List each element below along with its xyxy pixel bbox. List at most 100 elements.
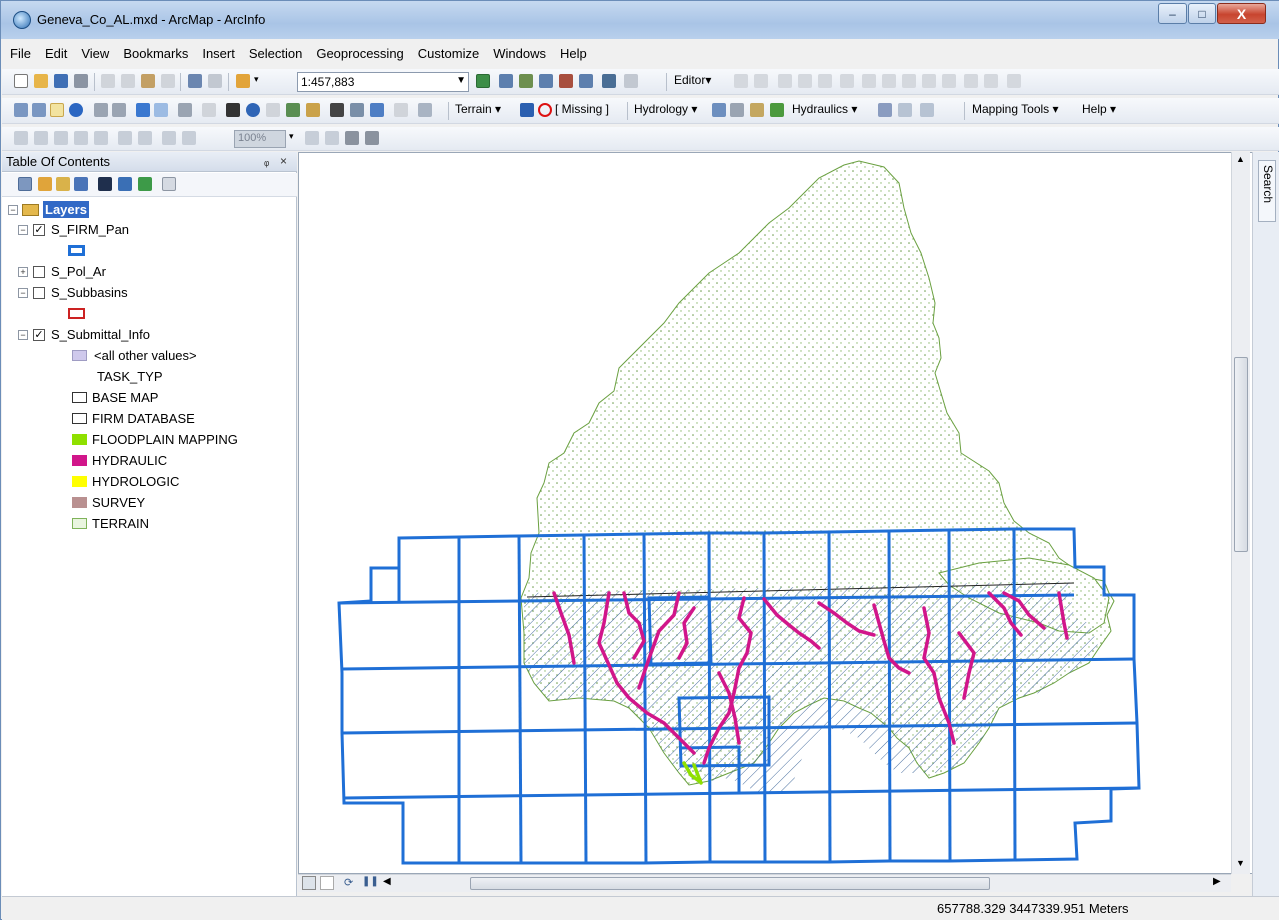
layer-visibility-checkbox[interactable] (33, 287, 45, 299)
layer-name[interactable]: S_FIRM_Pan (51, 222, 129, 237)
arctoolbox-icon[interactable] (559, 74, 573, 88)
map-horizontal-scrollbar[interactable]: ⟳ ❚❚ ◀ ▶ (298, 874, 1231, 892)
focus-data-frame-icon[interactable] (325, 131, 339, 145)
go-forward-extent-icon[interactable] (182, 131, 196, 145)
hyperlink-icon[interactable] (266, 103, 280, 117)
menu-windows[interactable]: Windows (485, 43, 552, 65)
identify-icon[interactable] (246, 103, 260, 117)
go-forward-icon[interactable] (154, 103, 168, 117)
legend-item[interactable]: TERRAIN (72, 515, 282, 535)
edit-vertices-icon[interactable] (862, 74, 876, 88)
watershed-icon[interactable] (750, 103, 764, 117)
layer-name[interactable]: S_Pol_Ar (51, 264, 106, 279)
editor-toolbar-toggle-icon[interactable] (476, 74, 490, 88)
legend-item[interactable]: SURVEY (72, 494, 282, 514)
menu-selection[interactable]: Selection (241, 43, 308, 65)
split-icon[interactable] (922, 74, 936, 88)
paste-icon[interactable] (141, 74, 155, 88)
create-features-icon[interactable] (1007, 74, 1021, 88)
minimize-button[interactable]: – (1158, 3, 1187, 24)
go-to-xy-icon[interactable] (370, 103, 384, 117)
horizontal-scroll-thumb[interactable] (470, 877, 990, 890)
fixed-zoom-out-layout-icon[interactable] (138, 131, 152, 145)
fm-icon[interactable] (98, 177, 112, 191)
toc-layer-row[interactable]: − ✓ S_FIRM_Pan (18, 221, 278, 241)
point-icon[interactable] (840, 74, 854, 88)
menu-file[interactable]: File (2, 43, 37, 65)
legend-item[interactable]: FIRM DATABASE (72, 410, 282, 430)
map-vertical-scrollbar[interactable]: ▲ ▼ (1231, 152, 1250, 874)
table-of-contents-icon[interactable] (499, 74, 513, 88)
delete-icon[interactable] (161, 74, 175, 88)
options-icon[interactable] (162, 177, 176, 191)
list-by-source-icon[interactable] (38, 177, 52, 191)
menu-edit[interactable]: Edit (37, 43, 73, 65)
list-by-drawing-order-icon[interactable] (18, 177, 32, 191)
print-icon[interactable] (74, 74, 88, 88)
legend-item[interactable]: <all other values> (72, 347, 282, 367)
menu-bookmarks[interactable]: Bookmarks (115, 43, 194, 65)
measure-icon[interactable] (306, 103, 320, 117)
fixed-zoom-in-icon[interactable] (94, 103, 108, 117)
menu-insert[interactable]: Insert (194, 43, 241, 65)
layout-pan-icon[interactable] (54, 131, 68, 145)
floodplain-icon[interactable] (920, 103, 934, 117)
mapping-tools-menu[interactable]: Mapping Tools ▾ (972, 102, 1059, 120)
help-menu[interactable]: Help ▾ (1082, 102, 1116, 120)
layout-zoom-out-icon[interactable] (34, 131, 48, 145)
toc-layer-row[interactable]: − S_Subbasins (18, 284, 278, 304)
toc-layer-row[interactable]: − ✓ S_Submittal_Info (18, 326, 278, 346)
straight-segment-icon[interactable] (778, 74, 792, 88)
whats-this-icon[interactable] (624, 74, 638, 88)
search-side-tab[interactable]: Search (1252, 152, 1279, 896)
layout-zoom-in-icon[interactable] (14, 131, 28, 145)
zoom-whole-page-icon[interactable] (74, 131, 88, 145)
legend-item[interactable]: HYDROLOGIC (72, 473, 282, 493)
select-features-icon[interactable] (178, 103, 192, 117)
map-display[interactable] (298, 152, 1254, 874)
maximize-button[interactable]: □ (1188, 3, 1216, 24)
profile-icon[interactable] (898, 103, 912, 117)
change-layout-icon[interactable] (345, 131, 359, 145)
data-view-button[interactable] (302, 876, 316, 890)
toc-close-button[interactable]: × (280, 154, 287, 168)
hydrology-menu[interactable]: Hydrology ▾ (634, 102, 697, 120)
toggle-draft-mode-icon[interactable] (305, 131, 319, 145)
save-icon[interactable] (54, 74, 68, 88)
go-back-icon[interactable] (136, 103, 150, 117)
layer-name[interactable]: S_Subbasins (51, 285, 128, 300)
toc-layer-row[interactable]: + S_Pol_Ar (18, 263, 278, 283)
tool-icon[interactable] (118, 177, 132, 191)
scroll-up-icon[interactable]: ▲ (1236, 154, 1245, 164)
layers-root-label[interactable]: Layers (43, 201, 89, 218)
refresh-icon[interactable]: ⟳ (344, 876, 353, 889)
pause-drawing-icon[interactable]: ❚❚ (362, 876, 379, 887)
trace-icon[interactable] (818, 74, 832, 88)
editor-menu[interactable]: Editor▾ (674, 73, 711, 91)
zoom-100-icon[interactable] (94, 131, 108, 145)
new-document-icon[interactable] (14, 74, 28, 88)
search-window-icon[interactable] (539, 74, 553, 88)
terrain-tool-icon[interactable] (520, 103, 534, 117)
python-window-icon[interactable] (579, 74, 593, 88)
fixed-zoom-out-icon[interactable] (112, 103, 126, 117)
expand-icon[interactable]: + (18, 267, 28, 277)
list-by-selection-icon[interactable] (74, 177, 88, 191)
redo-icon[interactable] (208, 74, 222, 88)
cut-polygons-icon[interactable] (902, 74, 916, 88)
find-route-icon[interactable] (350, 103, 364, 117)
collapse-icon[interactable]: − (8, 205, 18, 215)
layout-view-button[interactable] (320, 876, 334, 890)
go-back-extent-icon[interactable] (162, 131, 176, 145)
end-point-arc-icon[interactable] (798, 74, 812, 88)
title-bar[interactable]: Geneva_Co_AL.mxd - ArcMap - ArcInfo – □ … (1, 1, 1279, 39)
layer-tool-icon[interactable] (138, 177, 152, 191)
create-viewer-icon[interactable] (418, 103, 432, 117)
menu-customize[interactable]: Customize (410, 43, 485, 65)
sketch-properties-icon[interactable] (984, 74, 998, 88)
select-elements-icon[interactable] (226, 103, 240, 117)
hydrology-tool-icon[interactable] (712, 103, 726, 117)
scroll-down-icon[interactable]: ▼ (1236, 858, 1245, 868)
vertical-scroll-thumb[interactable] (1234, 357, 1248, 552)
map-canvas[interactable] (299, 153, 1232, 873)
